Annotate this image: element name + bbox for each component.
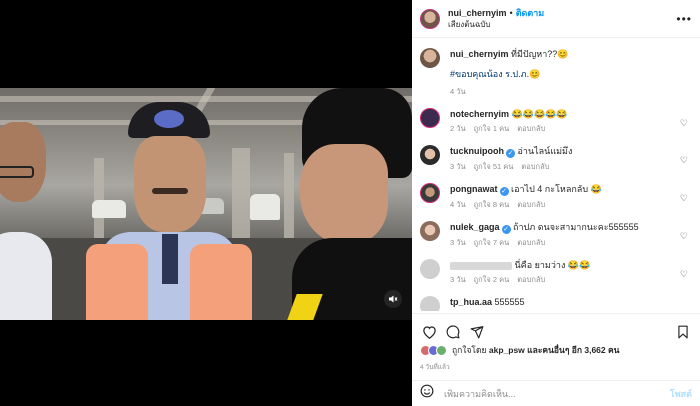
author-username[interactable]: nui_chernyim — [448, 8, 507, 18]
post-header: nui_chernyim • ติดตาม เสียงต้นฉบับ ••• — [412, 0, 700, 38]
comment-username[interactable]: tp_hua.aa — [450, 297, 492, 307]
comment-likes[interactable]: ถูกใจ 51 คน — [474, 162, 514, 171]
comment-text: นี่คือ ยามว่าง 😂😂 — [514, 260, 591, 270]
heart-icon: ♡ — [679, 155, 688, 165]
comment-item: nulek_gaga ✓ ถ้าปภ ดนจะสามากนะคะ555555 3 … — [420, 221, 692, 249]
comments-list[interactable]: nui_chernyim ที่มีปัญหา??😊 #ขอบคุณน้อง ร… — [412, 39, 700, 311]
comment-username[interactable]: tucknuipooh — [450, 146, 504, 156]
liker-username[interactable]: akp_psw — [489, 345, 525, 355]
liker-avatar — [436, 344, 447, 356]
heart-icon: ♡ — [679, 118, 688, 128]
comment-text: เอาไป 4 กะโหลกลับ 😂 — [511, 184, 602, 194]
post-date[interactable]: 4 วันที่แล้ว — [420, 362, 450, 372]
emoji-icon — [420, 384, 434, 398]
post-caption: nui_chernyim ที่มีปัญหา??😊 #ขอบคุณน้อง ร… — [420, 39, 692, 98]
verified-badge-icon: ✓ — [499, 187, 509, 196]
comment-like-button[interactable]: ♡ — [680, 269, 688, 280]
comment-username[interactable]: nulek_gaga — [450, 222, 500, 232]
comment-like-button[interactable]: ♡ — [680, 231, 688, 242]
heart-icon: ♡ — [679, 231, 688, 241]
comment-username[interactable]: notechernyim — [450, 109, 509, 119]
mute-icon — [389, 295, 398, 303]
comment-item: pongnawat ✓ เอาไป 4 กะโหลกลับ 😂 4 วัน ถูกใ… — [420, 183, 692, 211]
likes-prefix: ถูกใจโดย — [452, 345, 487, 355]
reply-button[interactable]: ตอบกลับ — [517, 238, 545, 247]
caption-text: ที่มีปัญหา??😊 — [511, 49, 569, 59]
comment-likes[interactable]: ถูกใจ 1 คน — [474, 124, 510, 133]
comment-likes[interactable]: ถูกใจ 7 คน — [474, 238, 510, 247]
post-comment-button[interactable]: โพสต์ — [670, 387, 692, 401]
share-button[interactable] — [468, 323, 486, 341]
comment-item: notechernyim 😂😂😂😂😂 2 วัน ถูกใจ 1 คน ตอบกลั… — [420, 108, 692, 135]
comment-likes[interactable]: ถูกใจ 2 คน — [474, 275, 510, 284]
emoji-button[interactable] — [420, 384, 434, 403]
add-comment-bar: โพสต์ — [412, 380, 700, 406]
verified-badge-icon: ✓ — [501, 225, 511, 234]
comment-text: 555555 — [494, 297, 525, 307]
comment-like-button[interactable]: ♡ — [680, 193, 688, 204]
comment-icon — [446, 324, 460, 338]
heart-icon: ♡ — [679, 269, 688, 279]
comment-time: 3 วัน — [450, 275, 466, 284]
reply-button[interactable]: ตอบกลับ — [521, 162, 549, 171]
comment-button[interactable] — [444, 323, 462, 341]
comment-item: tucknuipooh ✓ อ่านไลน์แม่มึง 3 วัน ถูกใจ 5… — [420, 145, 692, 173]
heart-icon — [422, 325, 436, 339]
video-player[interactable] — [0, 88, 412, 320]
person-guard — [66, 102, 256, 320]
commenter-avatar[interactable] — [420, 183, 440, 203]
comment-time: 2 วัน — [450, 124, 466, 133]
comment-username[interactable]: pongnawat — [450, 184, 498, 194]
reply-button[interactable]: ตอบกลับ — [517, 124, 545, 133]
comment-item: tp_hua.aa 555555 — [420, 296, 692, 311]
post-media — [0, 0, 412, 406]
save-button[interactable] — [674, 323, 692, 341]
comment-like-button[interactable]: ♡ — [680, 155, 688, 166]
comment-like-button[interactable]: ♡ — [680, 118, 688, 129]
comment-likes[interactable]: ถูกใจ 8 คน — [474, 200, 510, 209]
post-actions — [412, 313, 700, 343]
verified-badge-icon: ✓ — [506, 149, 515, 158]
reply-button[interactable]: ตอบกลับ — [517, 200, 545, 209]
author-avatar[interactable] — [420, 48, 440, 68]
share-icon — [470, 325, 484, 338]
comment-time: 3 วัน — [450, 162, 466, 171]
mute-button[interactable] — [384, 290, 402, 308]
commenter-avatar[interactable] — [420, 296, 440, 311]
commenter-avatar[interactable] — [420, 259, 440, 279]
person-right — [287, 88, 412, 320]
caption-hashtag[interactable]: #ขอบคุณน้อง ร.ป.ภ.😊 — [450, 68, 680, 81]
more-options-button[interactable]: ••• — [676, 12, 692, 26]
reply-button[interactable]: ตอบกลับ — [517, 275, 545, 284]
comment-item: นี่คือ ยามว่าง 😂😂 3 วัน ถูกใจ 2 คน ตอบกลับ… — [420, 259, 692, 286]
caption-time: 4 วัน — [450, 87, 466, 96]
likes-summary: ถูกใจโดย akp_psw และคนอื่นๆ อีก 3,662 คน — [420, 343, 620, 357]
commenter-avatar[interactable] — [420, 221, 440, 241]
comment-input[interactable] — [444, 388, 644, 399]
like-button[interactable] — [420, 323, 438, 341]
likes-count[interactable]: และคนอื่นๆ อีก 3,662 คน — [527, 345, 619, 355]
comment-text: ถ้าปภ ดนจะสามากนะคะ555555 — [513, 222, 639, 232]
comment-time: 3 วัน — [450, 238, 466, 247]
blurred-username — [450, 261, 512, 270]
post-side-panel: nui_chernyim • ติดตาม เสียงต้นฉบับ ••• nui… — [412, 0, 700, 406]
follow-button[interactable]: ติดตาม — [516, 8, 545, 18]
audio-label[interactable]: เสียงต้นฉบับ — [448, 19, 544, 31]
author-avatar[interactable] — [420, 8, 440, 29]
commenter-avatar[interactable] — [420, 145, 440, 165]
person-left — [0, 122, 58, 320]
comment-text: 😂😂😂😂😂 — [511, 109, 568, 119]
caption-username[interactable]: nui_chernyim — [450, 49, 509, 59]
heart-icon: ♡ — [679, 193, 688, 203]
bookmark-icon — [678, 325, 688, 338]
comment-time: 4 วัน — [450, 200, 466, 209]
comment-text: อ่านไลน์แม่มึง — [517, 146, 573, 156]
commenter-avatar[interactable] — [420, 108, 440, 128]
